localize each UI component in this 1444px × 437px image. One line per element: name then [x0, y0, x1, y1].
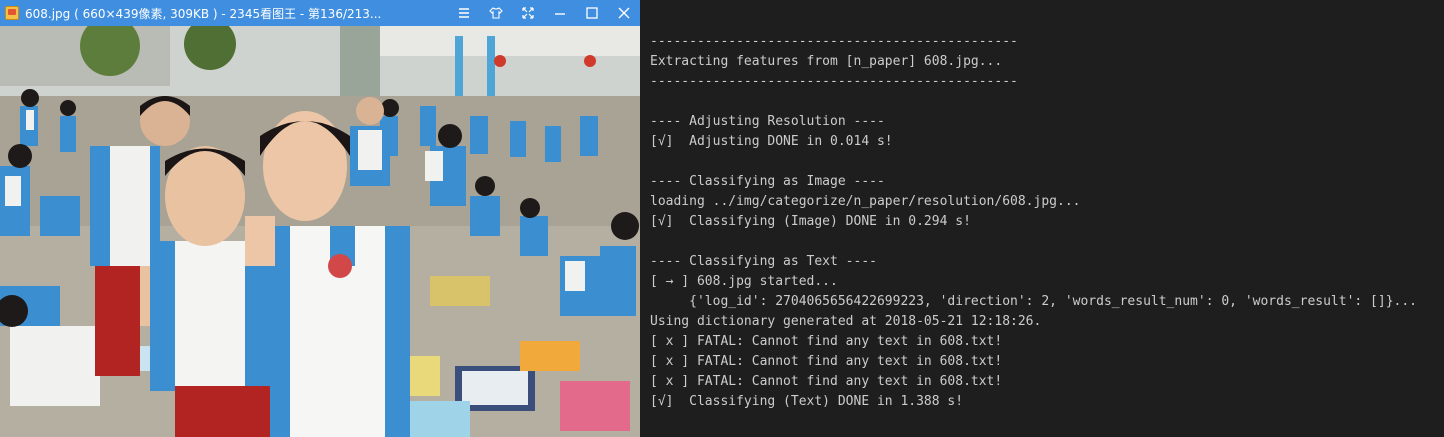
- section-header-image: ---- Classifying as Image ----: [650, 174, 885, 189]
- text-done-line: [√] Classifying (Text) DONE in 1.388 s!: [650, 394, 964, 409]
- fatal-error-line: [ x ] FATAL: Cannot find any text in 608…: [650, 374, 1003, 389]
- separator-line: ----------------------------------------…: [650, 34, 1018, 49]
- text-started-line: [ → ] 608.jpg started...: [650, 274, 838, 289]
- displayed-photo: [0, 26, 640, 437]
- section-header-adjusting: ---- Adjusting Resolution ----: [650, 114, 885, 129]
- image-viewer-window: 608.jpg ( 660×439像素, 309KB ) - 2345看图王 -…: [0, 0, 640, 437]
- fatal-error-line: [ x ] FATAL: Cannot find any text in 608…: [650, 354, 1003, 369]
- terminal-output: ----------------------------------------…: [640, 0, 1444, 437]
- dictionary-line: Using dictionary generated at 2018-05-21…: [650, 314, 1042, 329]
- section-header-text: ---- Classifying as Text ----: [650, 254, 877, 269]
- adjusting-done-line: [√] Adjusting DONE in 0.014 s!: [650, 134, 893, 149]
- minimize-icon[interactable]: [544, 0, 576, 26]
- image-viewer-app-icon: [5, 6, 19, 20]
- expand-icon[interactable]: [512, 0, 544, 26]
- menu-icon[interactable]: [448, 0, 480, 26]
- window-controls: [448, 0, 640, 26]
- separator-line: ----------------------------------------…: [650, 74, 1018, 89]
- window-title: 608.jpg ( 660×439像素, 309KB ) - 2345看图王 -…: [25, 6, 382, 21]
- close-icon[interactable]: [608, 0, 640, 26]
- maximize-icon[interactable]: [576, 0, 608, 26]
- ocr-result-line: {'log_id': 2704065656422699223, 'directi…: [650, 294, 1418, 309]
- image-done-line: [√] Classifying (Image) DONE in 0.294 s!: [650, 214, 971, 229]
- title-bar[interactable]: 608.jpg ( 660×439像素, 309KB ) - 2345看图王 -…: [0, 0, 640, 26]
- shirt-icon[interactable]: [480, 0, 512, 26]
- fatal-error-line: [ x ] FATAL: Cannot find any text in 608…: [650, 334, 1003, 349]
- extracting-features-line: Extracting features from [n_paper] 608.j…: [650, 54, 1003, 69]
- loading-line: loading ../img/categorize/n_paper/resolu…: [650, 194, 1081, 209]
